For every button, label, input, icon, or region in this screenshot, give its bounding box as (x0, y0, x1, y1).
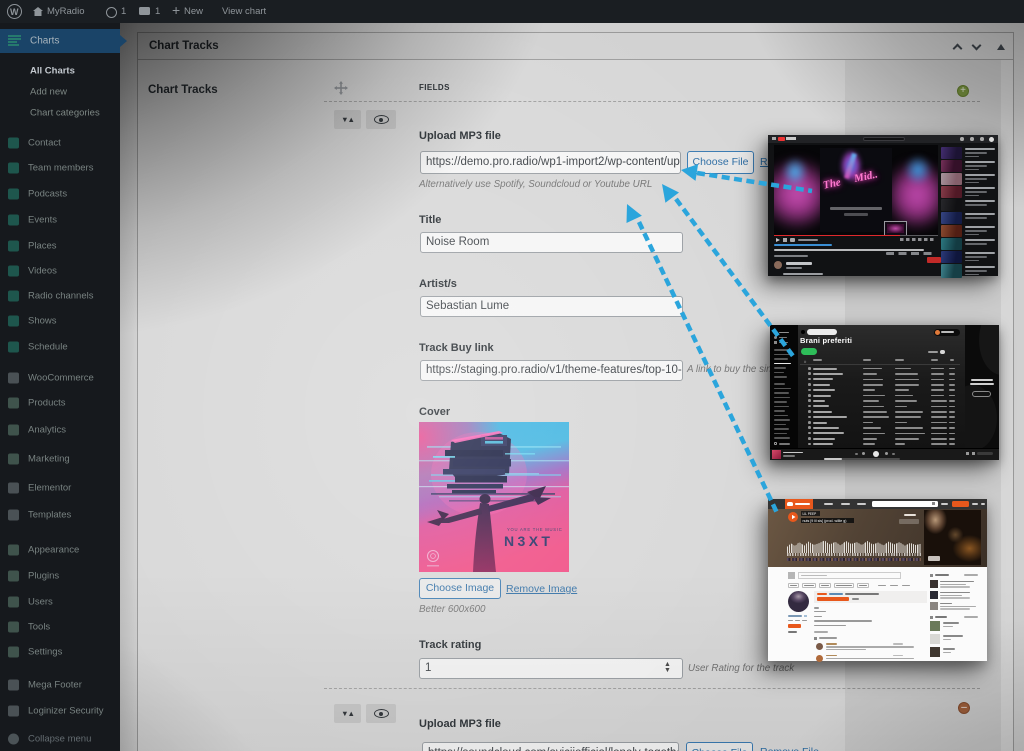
svg-text:YOU ARE THE MUSIC: YOU ARE THE MUSIC (507, 527, 563, 532)
svg-text:N3XT: N3XT (504, 533, 553, 549)
